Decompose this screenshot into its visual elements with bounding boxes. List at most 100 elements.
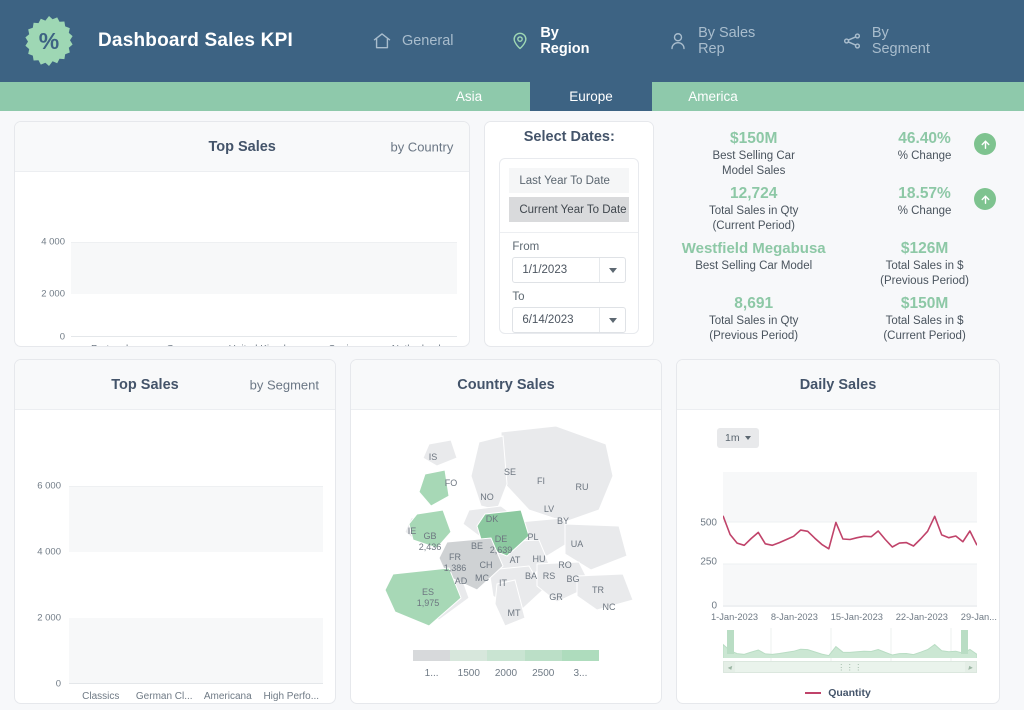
kpi-label: Total Sales in $ (Current Period) [883, 315, 966, 342]
map-label-bg: BG [566, 574, 580, 584]
y-tick-4000: 4 000 [37, 546, 61, 558]
tab-america[interactable]: America [652, 82, 774, 111]
map-value: 1,975 [416, 598, 440, 608]
card-title: Top Sales [208, 138, 276, 155]
range-selector-1m[interactable]: 1m [717, 428, 759, 448]
map-label-pl: PL [527, 532, 539, 542]
home-icon [371, 30, 393, 52]
x-label: Classics [82, 691, 120, 702]
card-daily-sales: Daily Sales 1m 500 250 0 1-Jan-2023 8-Ja… [676, 359, 1000, 704]
header-nav: General By Region By Sales Rep By Segmen… [371, 25, 1006, 57]
kpi-label: Total Sales in Qty (Previous Period) [708, 315, 799, 342]
x-label: 8-Jan-2023 [770, 612, 818, 622]
kpi-value: $126M [900, 240, 949, 257]
tab-asia[interactable]: Asia [408, 82, 530, 111]
chevron-down-icon[interactable] [599, 308, 625, 332]
nav-label-general: General [401, 33, 454, 49]
legend-segment [450, 650, 488, 661]
map-label-mt: MT [507, 608, 521, 618]
select-dates-title: Select Dates: [523, 129, 615, 145]
map-label-by: BY [556, 516, 570, 526]
kpi-label: Best Selling Car Model [695, 260, 813, 272]
legend-segment [524, 650, 562, 661]
y-tick-0: 0 [711, 600, 717, 612]
nav-item-by-segment[interactable]: By Segment [841, 25, 950, 57]
quick-range-current-year[interactable]: Current Year To Date [509, 197, 630, 222]
person-icon [667, 30, 689, 52]
scroll-right-handle[interactable]: ▸ [965, 662, 976, 672]
chart-legend: Quantity [677, 687, 999, 699]
kpi-value: Westfield Megabusa [681, 240, 826, 257]
legend-tick: 2000 [494, 668, 518, 679]
map-label-de: DE 2,639 [489, 534, 513, 555]
y-tick-6000: 6 000 [37, 480, 61, 492]
svg-text:%: % [39, 28, 59, 54]
dashboard-row-top: Top Sales by Country 4 000 2 000 0 2,796… [14, 121, 1010, 347]
chevron-down-icon[interactable] [599, 258, 625, 282]
tabbar-spacer [0, 82, 408, 111]
card-top-sales-country: Top Sales by Country 4 000 2 000 0 2,796… [14, 121, 471, 347]
x-label: 1-Jan-2023 [711, 612, 759, 622]
map-label-ba: BA [524, 571, 538, 581]
card-body: 1m 500 250 0 1-Jan-2023 8-Jan-2023 15-Ja… [677, 410, 999, 703]
card-title: Top Sales [111, 376, 179, 393]
daily-sales-plot[interactable] [723, 472, 977, 607]
map-label-no: NO [480, 492, 494, 502]
card-header: Select Dates: [485, 122, 654, 152]
x-label: 22-Jan-2023 [895, 612, 948, 622]
map-label-fi: FI [537, 476, 545, 486]
to-date-input[interactable]: 6/14/2023 [512, 307, 627, 333]
map-label-is: IS [428, 452, 438, 462]
map-label-ch: CH [479, 560, 493, 570]
y-tick-250: 250 [700, 556, 717, 568]
card-header: Top Sales by Country [15, 122, 470, 172]
map-label-dk: DK [485, 514, 499, 524]
map-value: 1,386 [443, 563, 467, 573]
quick-range-last-year[interactable]: Last Year To Date [509, 168, 630, 193]
from-date-value: 1/1/2023 [522, 264, 568, 276]
legend-tick: 1500 [457, 668, 480, 679]
to-label: To [512, 291, 525, 303]
from-date-input[interactable]: 1/1/2023 [512, 257, 627, 283]
arrow-up-icon [974, 133, 996, 155]
chevron-down-icon [744, 436, 751, 440]
tab-europe[interactable]: Europe [530, 82, 652, 111]
nav-item-by-sales-rep[interactable]: By Sales Rep [667, 25, 785, 57]
share-icon [841, 30, 863, 52]
x-axis-labels: 1-Jan-2023 8-Jan-2023 15-Jan-2023 22-Jan… [711, 612, 997, 622]
y-tick-4000: 4 000 [41, 236, 65, 248]
nav-label-by-segment: By Segment [871, 25, 930, 57]
map-label-lv: LV [543, 504, 555, 514]
navigator-scrollbar[interactable]: ◂ ⋮⋮⋮ ▸ [723, 661, 977, 673]
kpi-percent-change-qty: 18.57% % Change [839, 182, 1010, 237]
card-top-sales-segment: Top Sales by Segment 6 000 4 000 2 000 0 [14, 359, 336, 704]
scroll-grip-icon[interactable]: ⋮⋮⋮ [837, 663, 863, 672]
map-label-tr: TR [592, 585, 604, 595]
nav-item-general[interactable]: General [371, 30, 454, 52]
x-label: High Perfo... [263, 691, 320, 702]
legend-segment [487, 650, 525, 661]
from-label: From [512, 241, 540, 253]
legend-tick: 3... [573, 668, 588, 679]
card-header: Top Sales by Segment [15, 360, 335, 410]
kpi-value: 8,691 [734, 295, 774, 312]
plot-area: 2,796 2,639 2,436 1,975 1,492 [71, 242, 458, 337]
map-label-fo: FO [444, 478, 458, 488]
map-label-es: ES 1,975 [416, 587, 440, 608]
x-label: 29-Jan... [960, 612, 997, 622]
card-subtitle: by Segment [249, 377, 319, 392]
card-header: Daily Sales [677, 360, 999, 410]
scroll-left-handle[interactable]: ◂ [724, 662, 735, 672]
kpi-label: Best Selling Car Model Sales [712, 150, 795, 177]
kpi-best-selling-car-model-sales: $150M Best Selling Car Model Sales [668, 127, 839, 182]
europe-choropleth-map[interactable]: IS FO SE FI RU NO LV DK BY IE GB 2,436 BE DE 2,639 PL UA… [351, 410, 661, 703]
bar-chart-country: 4 000 2 000 0 2,796 2,639 2,436 1,975 1,… [15, 172, 469, 346]
y-tick-2000: 2 000 [37, 612, 61, 624]
nav-item-by-region[interactable]: By Region [510, 25, 612, 57]
map-label-nc: NC [602, 602, 616, 612]
x-label: United Kingdom [226, 344, 303, 346]
line-chart-daily-sales: 1m 500 250 0 1-Jan-2023 8-Jan-2023 15-Ja… [677, 410, 999, 703]
map-label-ru: RU [575, 482, 589, 492]
y-tick-2000: 2 000 [41, 288, 65, 300]
percent-badge-icon: % [18, 10, 80, 72]
